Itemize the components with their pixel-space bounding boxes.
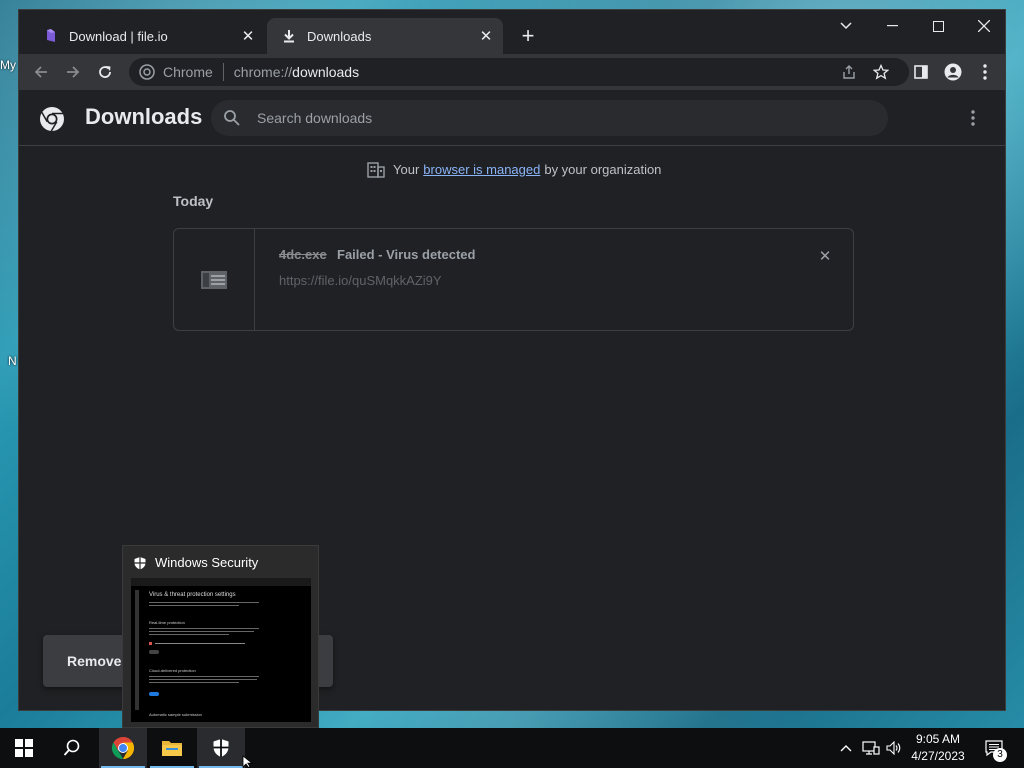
download-item-card: 4dc.exe Failed - Virus detected https://… — [173, 228, 854, 331]
preview-sidebar — [135, 590, 139, 710]
bookmark-star-icon[interactable] — [867, 58, 895, 86]
desktop-icon-label[interactable]: N — [8, 354, 17, 368]
windows-taskbar: 9:05 AM 4/27/2023 3 — [0, 728, 1024, 768]
chrome-logo-icon — [40, 107, 64, 132]
action-center-button[interactable]: 3 — [980, 728, 1008, 768]
mouse-cursor-icon — [242, 755, 254, 768]
preview-title: Windows Security — [155, 555, 259, 570]
preview-toggle-on — [149, 692, 159, 696]
preview-toggle-off — [149, 650, 159, 654]
folder-icon — [162, 741, 182, 756]
tab-title: Downloads — [307, 28, 372, 44]
close-window-button[interactable] — [961, 10, 1007, 42]
taskbar-chrome[interactable] — [99, 728, 147, 768]
reload-button[interactable] — [91, 58, 119, 86]
managed-prefix: Your — [393, 161, 420, 177]
forward-button[interactable] — [59, 58, 87, 86]
preview-rt-heading: Real-time protection — [149, 620, 185, 625]
preview-titlebar — [131, 578, 311, 586]
chrome-site-icon — [139, 64, 155, 80]
preview-text-line — [149, 631, 254, 632]
page-header: Downloads — [19, 90, 1005, 146]
tab-downloads[interactable]: Downloads ✕ — [267, 18, 503, 54]
chrome-menu-icon[interactable] — [971, 58, 999, 86]
desktop-icon-label[interactable]: My — [0, 58, 16, 72]
search-input[interactable] — [257, 110, 888, 126]
date-heading: Today — [173, 193, 214, 209]
address-bar[interactable]: Chrome chrome:// downloads — [129, 58, 909, 86]
preview-text-line — [149, 605, 239, 606]
tab-search-chevron-icon[interactable] — [823, 10, 869, 42]
chrome-icon — [112, 737, 134, 759]
minimize-button[interactable] — [869, 10, 915, 42]
browser-toolbar: Chrome chrome:// downloads — [19, 54, 1005, 90]
url-host: downloads — [292, 64, 360, 80]
url-scheme: chrome:// — [233, 64, 293, 80]
close-tab-icon[interactable]: ✕ — [475, 25, 497, 47]
search-icon — [63, 739, 80, 756]
new-tab-button[interactable]: + — [516, 24, 540, 48]
remove-item-icon[interactable]: ✕ — [814, 245, 836, 267]
preview-text-line — [149, 628, 259, 629]
clock-time: 9:05 AM — [915, 732, 961, 746]
download-icon — [281, 28, 297, 44]
toast-text: Removed — [67, 653, 131, 669]
preview-text-line — [149, 634, 229, 635]
preview-text-line — [149, 676, 259, 677]
managed-suffix: by your organization — [544, 161, 662, 177]
profile-icon[interactable] — [939, 58, 967, 86]
preview-auto-heading: Automatic sample submission — [149, 712, 202, 717]
taskbar-file-explorer[interactable] — [148, 728, 196, 768]
file-io-icon — [43, 28, 59, 44]
search-icon — [224, 110, 240, 126]
page-title: Downloads — [85, 104, 203, 129]
clock-date: 4/27/2023 — [911, 749, 965, 763]
volume-icon[interactable] — [884, 728, 904, 768]
close-tab-icon[interactable]: ✕ — [237, 25, 259, 47]
preview-text-line — [149, 682, 239, 683]
side-panel-icon[interactable] — [907, 58, 935, 86]
tab-strip: Download | file.io ✕ Downloads ✕ + — [19, 10, 1005, 54]
taskbar-clock[interactable]: 9:05 AM 4/27/2023 — [906, 731, 970, 765]
preview-warning-dot — [149, 642, 152, 645]
windows-security-shield-icon — [134, 557, 146, 570]
site-chip: Chrome — [163, 64, 213, 80]
network-icon[interactable] — [860, 728, 882, 768]
notification-count-badge: 3 — [993, 748, 1007, 762]
executable-file-icon — [201, 270, 227, 289]
download-status: Failed - Virus detected — [337, 247, 476, 262]
managed-notice: Your browser is managed by your organiza… — [367, 160, 661, 178]
more-actions-icon[interactable] — [961, 106, 985, 130]
browser-managed-link[interactable]: browser is managed — [423, 162, 540, 177]
tab-file-io[interactable]: Download | file.io ✕ — [29, 18, 265, 54]
show-hidden-icons-chevron[interactable] — [836, 728, 856, 768]
building-icon — [367, 162, 385, 178]
taskbar-windows-security[interactable] — [197, 728, 245, 768]
file-icon-area — [174, 229, 255, 330]
omnibox-separator — [222, 63, 224, 81]
preview-text-line — [149, 679, 257, 680]
back-button[interactable] — [27, 58, 55, 86]
preview-text-line — [155, 643, 245, 644]
tab-title: Download | file.io — [69, 28, 168, 44]
search-downloads-box[interactable] — [211, 100, 888, 136]
windows-security-shield-icon — [213, 739, 229, 757]
windows-security-thumbnail-preview[interactable]: Windows Security Virus & threat protecti… — [122, 545, 319, 728]
taskbar-search-button[interactable] — [48, 728, 96, 768]
preview-screenshot: Virus & threat protection settings Real-… — [131, 578, 311, 722]
preview-text-line — [149, 602, 259, 603]
file-name-link[interactable]: 4dc.exe — [279, 247, 327, 262]
windows-logo-icon — [15, 739, 33, 757]
start-button[interactable] — [0, 728, 48, 768]
source-url-link[interactable]: https://file.io/quSMqkkAZi9Y — [279, 273, 442, 288]
preview-cloud-heading: Cloud-delivered protection — [149, 668, 196, 673]
maximize-button[interactable] — [915, 10, 961, 42]
share-icon[interactable] — [835, 58, 863, 86]
preview-heading: Virus & threat protection settings — [149, 592, 236, 598]
